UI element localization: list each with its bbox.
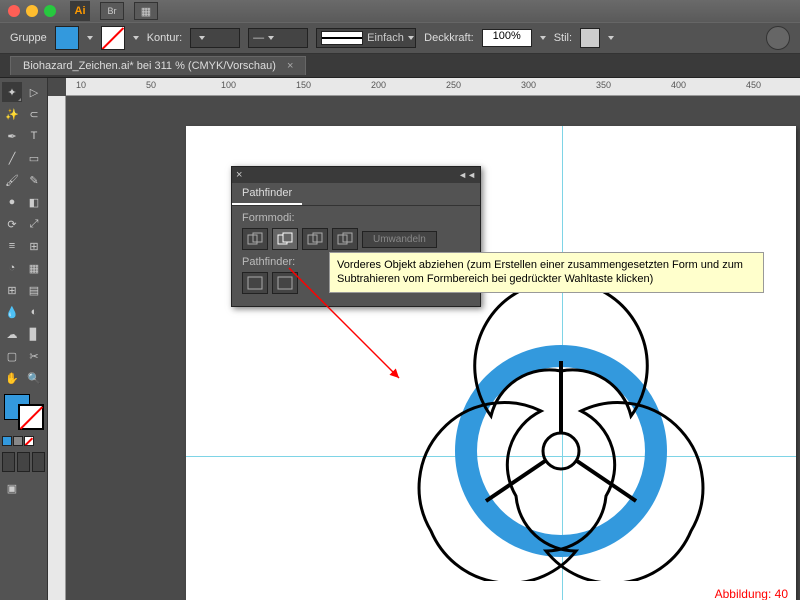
draw-behind-button[interactable] [17, 452, 30, 472]
opacity-dropdown-icon[interactable] [540, 36, 546, 40]
rectangle-tool[interactable]: ▭ [24, 148, 44, 168]
fill-stroke-indicator[interactable] [2, 394, 45, 432]
app-icon: Ai [70, 1, 90, 21]
bridge-button[interactable]: Br [100, 2, 124, 20]
arrange-button[interactable]: ▦ [134, 2, 158, 20]
fill-dropdown-icon[interactable] [87, 36, 93, 40]
zoom-tool[interactable]: 🔍 [24, 368, 44, 388]
tooltip: Vorderes Objekt abziehen (zum Erstellen … [329, 252, 764, 293]
pathfinder-tab[interactable]: Pathfinder [232, 183, 302, 205]
slice-tool[interactable]: ✂ [24, 346, 44, 366]
pen-tool[interactable]: ✒ [2, 126, 22, 146]
shape-modes-label: Formmodi: [242, 212, 470, 224]
perspective-tool[interactable]: ▦ [24, 258, 44, 278]
normal-draw-button[interactable] [2, 452, 15, 472]
close-window-button[interactable] [8, 5, 20, 17]
minimize-window-button[interactable] [26, 5, 38, 17]
eraser-tool[interactable]: ◧ [24, 192, 44, 212]
titlebar: Ai Br ▦ [0, 0, 800, 22]
tab-close-icon[interactable]: × [287, 60, 293, 72]
mesh-tool[interactable]: ⊞ [2, 280, 22, 300]
toolbox: ✦▷ ✨⊂ ✒T ╱▭ 🖌✎ ●◧ ⟳⤢ ≡⊞ ◔▦ ⊞▤ 💧◐ ☁▊ ▢✂ ✋… [0, 78, 48, 600]
line-tool[interactable]: ╱ [2, 148, 22, 168]
lasso-tool[interactable]: ⊂ [24, 104, 44, 124]
opacity-input[interactable]: 100% [482, 29, 532, 47]
panel-collapse-icon[interactable]: ◄◄ [458, 170, 476, 180]
rotate-tool[interactable]: ⟳ [2, 214, 22, 234]
free-transform-tool[interactable]: ⊞ [24, 236, 44, 256]
type-tool[interactable]: T [24, 126, 44, 146]
blob-brush-tool[interactable]: ● [2, 192, 22, 212]
document-tab-bar: Biohazard_Zeichen.ai* bei 311 % (CMYK/Vo… [0, 54, 800, 78]
unite-button[interactable] [242, 228, 268, 250]
stroke-label: Kontur: [147, 32, 182, 44]
style-swatch[interactable] [580, 28, 600, 48]
style-dropdown-icon[interactable] [608, 36, 614, 40]
gradient-mode-button[interactable] [13, 436, 23, 446]
horizontal-ruler[interactable]: 10 50 100 150 200 250 300 350 400 450 [66, 78, 800, 96]
screen-mode-button[interactable]: ▣ [2, 478, 22, 498]
scale-tool[interactable]: ⤢ [24, 214, 44, 234]
blend-tool[interactable]: ◐ [24, 302, 44, 322]
artboard-tool[interactable]: ▢ [2, 346, 22, 366]
expand-button[interactable]: Umwandeln [362, 231, 437, 248]
brush-dropdown[interactable]: Einfach [316, 28, 416, 48]
paintbrush-tool[interactable]: 🖌 [2, 170, 22, 190]
exclude-button[interactable] [332, 228, 358, 250]
selection-tool[interactable]: ✦ [2, 82, 22, 102]
none-mode-button[interactable] [24, 436, 34, 446]
gradient-tool[interactable]: ▤ [24, 280, 44, 300]
intersect-button[interactable] [302, 228, 328, 250]
stroke-indicator[interactable] [18, 404, 44, 430]
stroke-profile-dropdown[interactable]: — [248, 28, 308, 48]
direct-selection-tool[interactable]: ▷ [24, 82, 44, 102]
canvas-area: 10 50 100 150 200 250 300 350 400 450 [48, 78, 800, 600]
style-label: Stil: [554, 32, 572, 44]
figure-caption: Abbildung: 40 [715, 587, 788, 600]
document-title: Biohazard_Zeichen.ai* bei 311 % (CMYK/Vo… [23, 60, 276, 72]
fill-color-swatch[interactable] [55, 26, 79, 50]
opacity-label: Deckkraft: [424, 32, 474, 44]
panel-close-icon[interactable]: × [236, 169, 242, 181]
draw-inside-button[interactable] [32, 452, 45, 472]
stroke-color-swatch[interactable] [101, 26, 125, 50]
selection-type-label: Gruppe [10, 32, 47, 44]
shape-builder-tool[interactable]: ◔ [2, 258, 22, 278]
magic-wand-tool[interactable]: ✨ [2, 104, 22, 124]
stroke-dropdown-icon[interactable] [133, 36, 139, 40]
minus-front-button[interactable] [272, 228, 298, 250]
hand-tool[interactable]: ✋ [2, 368, 22, 388]
maximize-window-button[interactable] [44, 5, 56, 17]
graph-tool[interactable]: ▊ [24, 324, 44, 344]
eyedropper-tool[interactable]: 💧 [2, 302, 22, 322]
divide-button[interactable] [242, 272, 268, 294]
stroke-weight-dropdown[interactable] [190, 28, 240, 48]
document-tab[interactable]: Biohazard_Zeichen.ai* bei 311 % (CMYK/Vo… [10, 56, 306, 75]
pencil-tool[interactable]: ✎ [24, 170, 44, 190]
width-tool[interactable]: ≡ [2, 236, 22, 256]
color-mode-button[interactable] [2, 436, 12, 446]
symbol-sprayer-tool[interactable]: ☁ [2, 324, 22, 344]
panel-menu-button[interactable] [766, 26, 790, 50]
vertical-ruler[interactable] [48, 96, 66, 600]
control-bar: Gruppe Kontur: — Einfach Deckkraft: 100%… [0, 22, 800, 54]
